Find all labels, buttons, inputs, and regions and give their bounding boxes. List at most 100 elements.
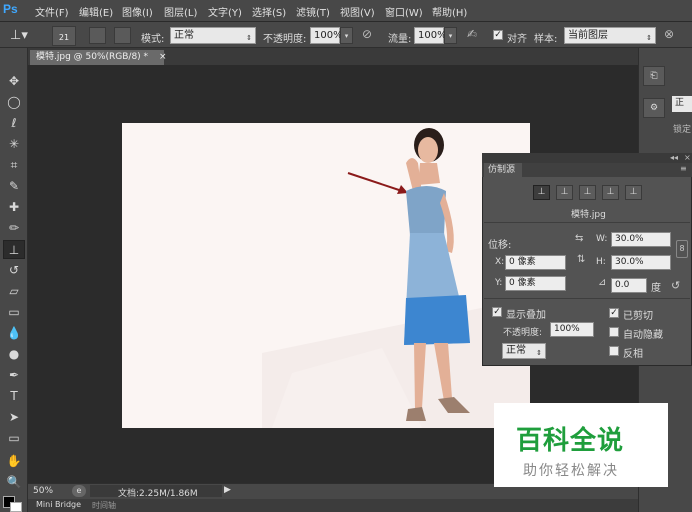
clone-stamp-tool-icon[interactable]: ⊥ xyxy=(3,240,25,259)
flip-horizontal-icon[interactable]: ⇆ xyxy=(575,233,583,244)
close-tab-icon[interactable]: × xyxy=(159,52,167,62)
clone-source-3-icon[interactable]: ⊥ xyxy=(579,185,596,200)
flow-dropdown-arrow[interactable]: ▾ xyxy=(444,27,457,44)
invert-checkbox[interactable] xyxy=(609,346,619,356)
brush-tool-icon[interactable]: ✏ xyxy=(3,219,25,238)
timeline-tab[interactable]: 时间轴 xyxy=(92,500,116,511)
airbrush-icon[interactable]: ✍ xyxy=(467,27,483,44)
clone-source-2-icon[interactable]: ⊥ xyxy=(556,185,573,200)
lasso-tool-icon[interactable]: ℓ xyxy=(3,114,25,133)
pressure-opacity-icon[interactable]: ⊘ xyxy=(362,27,378,44)
marquee-tool-icon[interactable]: ◯ xyxy=(3,93,25,112)
y-value: 0 像素 xyxy=(509,278,536,288)
menu-image[interactable]: 图像(I) xyxy=(122,4,153,19)
clone-source-4-icon[interactable]: ⊥ xyxy=(602,185,619,200)
right-panel-field[interactable]: 正 xyxy=(672,96,692,112)
path-selection-tool-icon[interactable]: ➤ xyxy=(3,408,25,427)
angle-input[interactable]: 0.0 xyxy=(611,278,647,293)
background-color-swatch[interactable] xyxy=(10,502,22,512)
move-tool-icon[interactable]: ✥ xyxy=(3,72,25,91)
crop-tool-icon[interactable]: ⌗ xyxy=(3,156,25,175)
x-value: 0 像素 xyxy=(509,257,536,267)
model-photo xyxy=(262,128,530,428)
y-input[interactable]: 0 像素 xyxy=(505,276,566,291)
dodge-tool-icon[interactable]: ● xyxy=(3,345,25,364)
x-input[interactable]: 0 像素 xyxy=(505,255,566,270)
flow-value: 100% xyxy=(418,30,447,41)
toggle-brush-panel-icon[interactable] xyxy=(89,27,106,44)
panel-top-bar xyxy=(482,153,692,163)
h-input[interactable]: 30.0% xyxy=(611,255,671,270)
sample-value: 当前图层 xyxy=(568,30,608,41)
mode-label: 模式: xyxy=(141,34,165,45)
overlay-blend-select[interactable]: 正常 ⇕ xyxy=(502,343,546,359)
clone-stamp-tool-icon[interactable]: ⊥▾ xyxy=(10,27,36,44)
hand-tool-icon[interactable]: ✋ xyxy=(3,452,25,471)
clone-source-5-icon[interactable]: ⊥ xyxy=(625,185,642,200)
watermark-title: 百科全说 xyxy=(516,426,625,456)
menu-type[interactable]: 文字(Y) xyxy=(208,4,242,19)
overlay-opacity-input[interactable]: 100% xyxy=(550,322,594,337)
mini-bridge-tab[interactable]: Mini Bridge xyxy=(36,500,81,509)
menu-file[interactable]: 文件(F) xyxy=(35,4,69,19)
menu-view[interactable]: 视图(V) xyxy=(340,4,375,19)
zoom-tool-icon[interactable]: 🔍 xyxy=(3,473,25,492)
show-overlay-checkbox[interactable]: ✓ xyxy=(492,307,502,317)
w-value: 30.0% xyxy=(615,234,644,244)
panel-menu-icon[interactable]: ≡ xyxy=(680,164,687,173)
tab-clone-source[interactable]: 仿制源 xyxy=(484,163,522,177)
eraser-tool-icon[interactable]: ▱ xyxy=(3,282,25,301)
auto-hide-checkbox[interactable] xyxy=(609,327,619,337)
updown-arrows-icon: ⇕ xyxy=(536,349,542,357)
pen-tool-icon[interactable]: ✒ xyxy=(3,366,25,385)
menu-select[interactable]: 选择(S) xyxy=(252,4,286,19)
share-icon[interactable]: e xyxy=(72,485,86,497)
show-overlay-label: 显示叠加 xyxy=(506,310,546,321)
zoom-level[interactable]: 50% xyxy=(33,486,53,496)
sample-select[interactable]: 当前图层 ⇕ xyxy=(564,27,656,44)
eyedropper-tool-icon[interactable]: ✎ xyxy=(3,177,25,196)
w-input[interactable]: 30.0% xyxy=(611,232,671,247)
link-icon[interactable]: 8 xyxy=(676,240,688,258)
brush-size-value: 21 xyxy=(58,33,70,42)
status-menu-arrow-icon[interactable]: ▶ xyxy=(224,485,231,495)
opacity-input[interactable]: 100% xyxy=(310,27,343,44)
angle-unit: 度 xyxy=(651,283,661,294)
document-image[interactable] xyxy=(122,123,530,428)
close-panel-icon[interactable]: × xyxy=(684,153,691,162)
history-panel-icon[interactable]: ⎗ xyxy=(643,66,665,86)
clone-source-1-icon[interactable]: ⊥ xyxy=(533,185,550,200)
document-tab-title: 模特.jpg @ 50%(RGB/8) * xyxy=(36,52,149,62)
menu-layer[interactable]: 图层(L) xyxy=(164,4,197,19)
flow-label: 流量: xyxy=(388,34,412,45)
opacity-value: 100% xyxy=(314,30,343,41)
document-tab[interactable]: 模特.jpg @ 50%(RGB/8) * × xyxy=(30,50,167,65)
menu-window[interactable]: 窗口(W) xyxy=(385,4,423,19)
ignore-adjustment-layers-icon[interactable]: ⊗ xyxy=(664,27,680,44)
magic-wand-tool-icon[interactable]: ✳ xyxy=(3,135,25,154)
blur-tool-icon[interactable]: 💧 xyxy=(3,324,25,343)
type-tool-icon[interactable]: T xyxy=(3,387,25,406)
menu-help[interactable]: 帮助(H) xyxy=(432,4,467,19)
w-label: W: xyxy=(596,234,608,244)
align-checkbox[interactable]: ✓ xyxy=(493,30,503,40)
toggle-clone-source-panel-icon[interactable] xyxy=(114,27,131,44)
brush-preset-picker[interactable]: 21 xyxy=(52,26,76,46)
reset-transform-icon[interactable]: ↺ xyxy=(671,279,680,292)
clipped-checkbox[interactable]: ✓ xyxy=(609,308,619,318)
mode-value: 正常 xyxy=(174,30,194,41)
flip-vertical-icon[interactable]: ⇅ xyxy=(577,254,585,265)
mode-select[interactable]: 正常 ⇕ xyxy=(170,27,256,44)
opacity-dropdown-arrow[interactable]: ▾ xyxy=(340,27,353,44)
angle-icon: ⊿ xyxy=(598,277,607,288)
history-brush-tool-icon[interactable]: ↺ xyxy=(3,261,25,280)
rectangle-tool-icon[interactable]: ▭ xyxy=(3,429,25,448)
gradient-tool-icon[interactable]: ▭ xyxy=(3,303,25,322)
menu-edit[interactable]: 编辑(E) xyxy=(79,4,113,19)
properties-panel-icon[interactable]: ⚙ xyxy=(643,98,665,118)
flow-input[interactable]: 100% xyxy=(414,27,447,44)
collapse-panel-icon[interactable]: ◂◂ xyxy=(670,153,678,162)
overlay-blend-value: 正常 xyxy=(506,345,526,356)
menu-filter[interactable]: 滤镜(T) xyxy=(296,4,330,19)
healing-brush-tool-icon[interactable]: ✚ xyxy=(3,198,25,217)
